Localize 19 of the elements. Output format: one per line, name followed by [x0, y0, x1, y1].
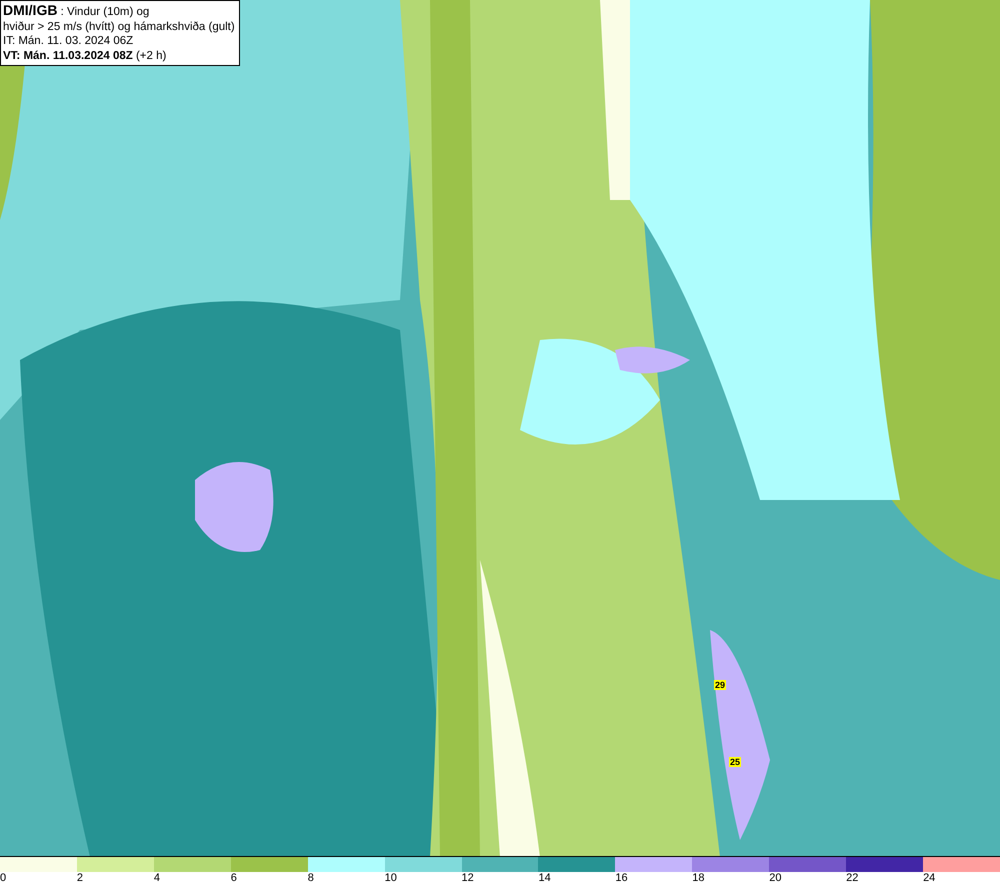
legend-label: 14 — [538, 872, 551, 886]
legend-label: 24 — [923, 872, 936, 886]
gust-label: 25 — [729, 757, 742, 767]
info-text: IT: Mán. 11. 03. 2024 06Z — [3, 34, 134, 48]
legend-label: 6 — [230, 872, 237, 886]
legend-label: 22 — [846, 872, 858, 886]
legend-label: 4 — [154, 872, 160, 886]
info-text: VT: Mán. 11.03.2024 08Z (+2 h) — [3, 48, 168, 63]
legend-label: 12 — [462, 872, 474, 886]
legend-label: 20 — [769, 872, 782, 886]
legend-label: 18 — [692, 872, 705, 886]
legend-label: 8 — [308, 872, 314, 886]
gust-label: 29 — [714, 680, 726, 690]
legend-label: 16 — [615, 872, 628, 886]
legend-label: 10 — [384, 872, 397, 886]
info-text: hviður > 25 m/s (hvítt) og hámarkshviða (gult) — [3, 20, 235, 34]
legend-label: 2 — [76, 872, 84, 886]
info-text: DMI/IGB : Vindur (10m) og — [3, 3, 150, 20]
legend-label: 0 — [0, 872, 6, 886]
